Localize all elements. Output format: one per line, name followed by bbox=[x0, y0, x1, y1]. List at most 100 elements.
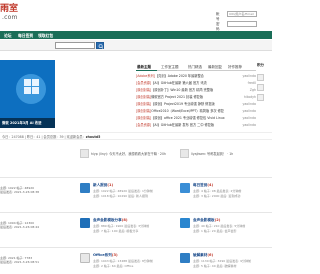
right-panel: 积分 bbox=[257, 63, 272, 104]
forum-meta: 主题: 40 帖子: 210 最后发表: 5分钟前 bbox=[193, 224, 246, 228]
thread-title[interactable]: Office2010（Word/Excel/PPT）精简版 多次 修复 bbox=[151, 109, 224, 113]
forum-today-count: (1) bbox=[107, 183, 114, 187]
forum-name[interactable]: Office系列(3) bbox=[93, 253, 118, 258]
thread-author[interactable]: yaolinda bbox=[242, 108, 256, 115]
forum-left-line: 最后发表: 2021-3-26 08:44 bbox=[0, 225, 40, 229]
forum-name-text[interactable]: 会声会影模板 bbox=[193, 218, 215, 222]
forum-cell[interactable]: 每日签到(4) 主题: 4 帖子: 98 最后发表: 2分钟前 主题: 3 帖子… bbox=[180, 183, 270, 213]
thread-title[interactable]: 【AI】GitHub在最新 第六届 官方 讯流 bbox=[151, 81, 206, 85]
new-member-link[interactable]: zhoutd5 bbox=[86, 135, 101, 139]
divider bbox=[0, 177, 272, 178]
thread-author[interactable]: yaolinda bbox=[242, 73, 256, 80]
latest-thread-list: [Adobe系列]【亮剑】Adobe 2020 年最新整合 yaolinda [… bbox=[136, 73, 256, 129]
forum-icon bbox=[180, 218, 190, 228]
forum-cell[interactable]: Office系列(3) 主题: 1043 帖子: 13488 最后发表: 8分钟… bbox=[80, 253, 170, 274]
thread-author[interactable]: yaolinda bbox=[242, 115, 256, 122]
post-text: hiyp (liny): 今天不太好，我想看看大家在干嘛 · 20h bbox=[91, 152, 167, 156]
search-button[interactable] bbox=[96, 42, 104, 49]
avatar[interactable] bbox=[257, 74, 264, 81]
forum-name[interactable]: 新人报到(1) bbox=[93, 183, 113, 188]
search-input[interactable] bbox=[55, 42, 95, 49]
forum-left-line: 最后发表: 2021-3-26 08:51 bbox=[0, 260, 40, 264]
nav-item-forum[interactable]: 论坛 bbox=[4, 33, 12, 39]
forum-cell[interactable]: 会声会影模板(2) 主题: 40 帖子: 210 最后发表: 5分钟前 主题: … bbox=[180, 218, 270, 248]
list-item[interactable]: [会员资源]【AI】GitHub在最新 发布 官方 二中 修复版 yaolind… bbox=[136, 122, 256, 129]
tab-replies[interactable]: 最新回复 bbox=[208, 65, 222, 70]
avatar[interactable] bbox=[257, 84, 264, 91]
thread-author[interactable]: Zgh bbox=[250, 87, 256, 94]
nav-item-checkin[interactable]: 每日签到 bbox=[18, 33, 33, 39]
thread-title[interactable]: 【原创】Project2019 专业增强 静默 修复版 bbox=[151, 102, 215, 106]
right-panel-icons bbox=[257, 74, 272, 101]
thread-title[interactable]: 微软官方 Project 2021 封装 修复版 bbox=[151, 95, 203, 99]
forum-meta: 主题: 1 帖子: 20 最后: 会声会影 bbox=[193, 229, 237, 233]
thread-tag: [会员资源] bbox=[136, 123, 152, 127]
thread-author[interactable]: yaolinda bbox=[242, 101, 256, 108]
forum-name-text[interactable]: 每日签到 bbox=[193, 183, 207, 187]
list-item[interactable]: [原创封装]微软官方 Project 2021 封装 修复版 hibotyh bbox=[136, 94, 256, 101]
list-item[interactable]: [原创封装]【原创补丁】Win10 最新 官方 精简 完整版 Zgh bbox=[136, 87, 256, 94]
main-nav: 论坛 每日签到 领取红包 bbox=[0, 31, 272, 39]
thread-title[interactable]: 【原创】office 2021 专业增强 修复包 Vivid Linux bbox=[151, 116, 224, 120]
tab-studio[interactable]: 工作室主题 bbox=[161, 65, 179, 70]
tab-recommended[interactable]: 好作推荐 bbox=[228, 65, 242, 70]
avatar[interactable] bbox=[180, 149, 189, 158]
thread-author[interactable]: hibotyh bbox=[244, 94, 256, 101]
forum-name-text[interactable]: 新人报到 bbox=[93, 183, 107, 187]
forum-name[interactable]: 会声会影模板分享(8) bbox=[93, 218, 128, 223]
post-text: liyajiwen: 号称发起到！ · 1h bbox=[191, 152, 234, 156]
forum-icon bbox=[80, 218, 90, 228]
thread-author[interactable]: fred0 bbox=[248, 80, 256, 87]
featured-banner[interactable]: 微软 2021年3月 AI 改进 bbox=[0, 60, 55, 128]
forum-today-count: (3) bbox=[111, 253, 118, 257]
list-item[interactable]: [原创封装]Office2010（Word/Excel/PPT）精简版 多次 修… bbox=[136, 108, 256, 115]
forum-cell[interactable]: 会声会影模板分享(8) 主题: 889 帖子: 1900 最后发表: 3分钟前 … bbox=[80, 218, 170, 248]
forum-name[interactable]: 每日签到(4) bbox=[193, 183, 213, 188]
forum-icon bbox=[180, 183, 190, 193]
forum-icon bbox=[80, 183, 90, 193]
thread-tag: [原创封装] bbox=[136, 95, 152, 99]
forum-name-text[interactable]: 破解素材 bbox=[193, 253, 207, 257]
windows-logo-icon bbox=[24, 79, 39, 94]
nav-item-redpacket[interactable]: 领取红包 bbox=[38, 33, 53, 39]
forum-today-count: (2) bbox=[214, 218, 221, 222]
thread-title[interactable]: 【亮剑】Adobe 2020 年最新整合 bbox=[155, 74, 204, 78]
thread-tag: [会员资源] bbox=[136, 81, 152, 85]
avatar[interactable] bbox=[257, 94, 264, 101]
thread-tag: [Adobe系列] bbox=[136, 74, 155, 78]
search-icon bbox=[98, 44, 104, 49]
forum-icon bbox=[80, 253, 90, 263]
thread-title[interactable]: 【原创补丁】Win10 最新 官方 精简 完整版 bbox=[151, 88, 213, 92]
password-field[interactable] bbox=[227, 21, 257, 27]
thread-tag: [原创封装] bbox=[136, 88, 152, 92]
forum-name-text[interactable]: Office系列 bbox=[93, 253, 112, 257]
thread-tabs: 最新主题 工作室主题 热门精选 最新回复 好作推荐 bbox=[136, 63, 256, 71]
username-field[interactable]: UID/用户名/Email bbox=[227, 11, 257, 17]
forum-icon bbox=[180, 253, 190, 263]
thread-tag: [原创封装] bbox=[136, 102, 152, 106]
forum-left-meta: 主题: 1022 帖子: 48920 最后发表: 2021-3-26 08:38 bbox=[0, 186, 55, 194]
thread-title[interactable]: 【AI】GitHub在最新 发布 官方 二中 修复版 bbox=[151, 123, 214, 127]
forum-name-text[interactable]: 会声会影模板分享 bbox=[93, 218, 122, 222]
forum-left-meta: 主题: 2021 帖子: 7783 最后发表: 2021-3-26 08:51 bbox=[0, 256, 55, 264]
forum-cell[interactable]: 新人报到(1) 主题: 1022 帖子: 48920 最后发表: 1分钟前 主题… bbox=[80, 183, 170, 213]
forum-meta: 主题: 2 帖子: 64 最后: Office bbox=[93, 264, 134, 268]
thread-tag: [原创封装] bbox=[136, 116, 152, 120]
thread-author[interactable]: yaolinda bbox=[242, 122, 256, 129]
list-item[interactable]: [原创封装]【原创】office 2021 专业增强 修复包 Vivid Lin… bbox=[136, 115, 256, 122]
forum-name[interactable]: 会声会影模板(2) bbox=[193, 218, 220, 223]
right-panel-title: 积分 bbox=[257, 63, 264, 67]
forum-today-count: (6) bbox=[207, 253, 214, 257]
tab-hot[interactable]: 热门精选 bbox=[188, 65, 202, 70]
stats-text: 今日：247088 | 昨日：41 | 会员总数：39 | 欢迎新会员： bbox=[2, 135, 86, 139]
forum-name[interactable]: 破解素材(6) bbox=[193, 253, 213, 258]
site-logo[interactable]: 雨室 bbox=[0, 5, 18, 14]
forum-meta: 主题: 4 帖子: 98 最后发表: 2分钟前 bbox=[193, 189, 242, 193]
avatar[interactable] bbox=[80, 149, 89, 158]
forum-cell[interactable]: 破解素材(6) 主题: 1130 帖子: 3290 最后发表: 9分钟前 主题:… bbox=[180, 253, 270, 274]
list-item[interactable]: [会员资源]【AI】GitHub在最新 第六届 官方 讯流 fred0 bbox=[136, 80, 256, 87]
list-item[interactable]: [Adobe系列]【亮剑】Adobe 2020 年最新整合 yaolinda bbox=[136, 73, 256, 80]
active-tab-indicator bbox=[136, 70, 157, 71]
list-item[interactable]: [原创封装]【原创】Project2019 专业增强 静默 修复版 yaolin… bbox=[136, 101, 256, 108]
forum-meta: 主题: 1022 帖子: 48920 最后发表: 1分钟前 bbox=[93, 189, 153, 193]
